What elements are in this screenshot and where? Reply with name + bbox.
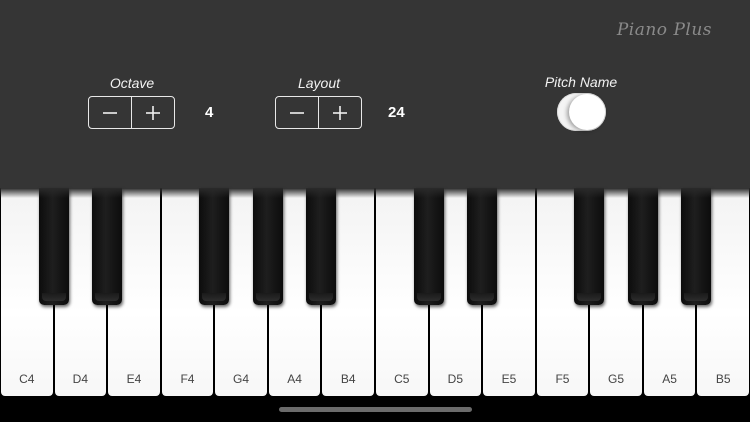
note-label: F5 xyxy=(555,372,570,386)
black-key[interactable] xyxy=(627,188,658,305)
black-key[interactable] xyxy=(38,188,69,305)
note-label: D4 xyxy=(72,372,89,386)
note-label: D5 xyxy=(447,372,464,386)
black-key[interactable] xyxy=(306,188,337,305)
layout-stepper xyxy=(275,96,362,129)
minus-icon xyxy=(290,111,304,114)
home-indicator[interactable] xyxy=(279,407,472,412)
layout-value: 24 xyxy=(388,104,405,121)
black-key[interactable] xyxy=(467,188,498,305)
black-key[interactable] xyxy=(681,188,712,305)
pitch-name-toggle[interactable] xyxy=(557,93,606,131)
note-label: A4 xyxy=(287,372,302,386)
layout-increase-button[interactable] xyxy=(318,97,361,128)
note-label: E4 xyxy=(126,372,142,386)
note-label: C5 xyxy=(394,372,410,386)
plus-icon xyxy=(333,105,347,120)
octave-value: 4 xyxy=(205,104,214,121)
note-label: C4 xyxy=(19,372,35,386)
octave-increase-button[interactable] xyxy=(131,97,174,128)
black-key[interactable] xyxy=(199,188,230,305)
octave-decrease-button[interactable] xyxy=(89,97,131,128)
control-panel: Piano Plus Octave 4 Layout 24 Pitch Name xyxy=(0,0,750,188)
note-label: G4 xyxy=(233,372,250,386)
toggle-knob xyxy=(569,94,605,130)
layout-decrease-button[interactable] xyxy=(276,97,318,128)
note-label: G5 xyxy=(608,372,625,386)
plus-icon xyxy=(146,105,160,120)
black-key[interactable] xyxy=(574,188,605,305)
layout-label: Layout xyxy=(297,75,341,91)
minus-icon xyxy=(103,111,117,114)
app-logo: Piano Plus xyxy=(616,20,712,40)
octave-stepper xyxy=(88,96,175,129)
note-label: F4 xyxy=(180,372,195,386)
octave-label: Octave xyxy=(109,75,155,91)
note-label: B5 xyxy=(715,372,731,386)
note-label: E5 xyxy=(501,372,517,386)
note-label: B4 xyxy=(340,372,356,386)
note-label: A5 xyxy=(662,372,677,386)
pitch-name-label: Pitch Name xyxy=(544,74,618,90)
black-key[interactable] xyxy=(252,188,283,305)
piano-keyboard: C4 D4 E4 F4 G4 A4 B4 C5 D5 E5 F5 G5 A5 B5 xyxy=(0,188,750,397)
black-key[interactable] xyxy=(413,188,444,305)
black-key[interactable] xyxy=(92,188,123,305)
